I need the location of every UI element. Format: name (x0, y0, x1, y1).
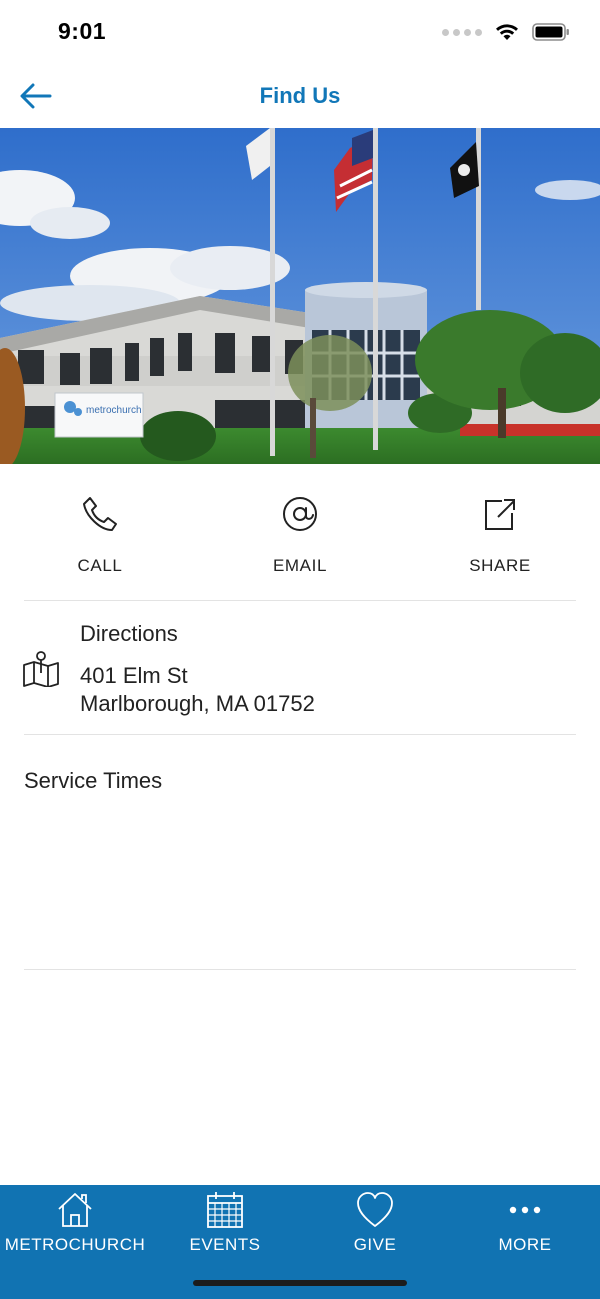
more-icon (509, 1206, 541, 1214)
call-label: CALL (77, 556, 123, 575)
battery-icon (532, 23, 569, 41)
tab-label: EVENTS (189, 1235, 261, 1254)
divider (24, 969, 576, 970)
share-button[interactable]: SHARE (430, 494, 570, 594)
location-photo: metrochurch (0, 128, 600, 464)
tab-more[interactable]: MORE (450, 1185, 600, 1265)
directions-title: Directions (80, 621, 178, 646)
tab-metrochurch[interactable]: METROCHURCH (0, 1185, 150, 1265)
call-button[interactable]: CALL (30, 494, 170, 594)
home-icon (58, 1193, 92, 1227)
share-label: SHARE (469, 556, 531, 575)
tab-events[interactable]: EVENTS (150, 1185, 300, 1265)
cellular-signal-icon (442, 28, 482, 36)
status-time: 9:01 (58, 18, 107, 44)
at-icon (283, 497, 317, 531)
home-indicator[interactable] (193, 1280, 407, 1286)
tab-label: GIVE (353, 1235, 397, 1254)
service-times-title: Service Times (24, 768, 163, 793)
heart-icon (357, 1192, 393, 1227)
tab-label: METROCHURCH (4, 1235, 146, 1254)
email-label: EMAIL (272, 556, 328, 575)
navigation-bar: Find Us (0, 64, 600, 128)
email-button[interactable]: EMAIL (230, 494, 370, 594)
contact-actions: CALL EMAIL SHARE (0, 464, 600, 601)
map-icon (23, 651, 59, 687)
sign-text: metrochurch (86, 405, 142, 416)
calendar-icon (207, 1192, 243, 1228)
status-icons (442, 22, 570, 42)
status-bar: 9:01 (0, 0, 600, 64)
share-icon (485, 499, 515, 530)
phone-icon (83, 497, 117, 531)
address-line-1: 401 Elm St (80, 663, 188, 688)
tab-label: MORE (498, 1235, 552, 1254)
tab-give[interactable]: GIVE (300, 1185, 450, 1265)
address-line-2: Marlborough, MA 01752 (80, 691, 315, 716)
wifi-icon (496, 24, 518, 40)
page-title: Find Us (259, 83, 341, 108)
divider (24, 734, 576, 735)
directions-row[interactable]: Directions 401 Elm St Marlborough, MA 01… (0, 601, 600, 734)
